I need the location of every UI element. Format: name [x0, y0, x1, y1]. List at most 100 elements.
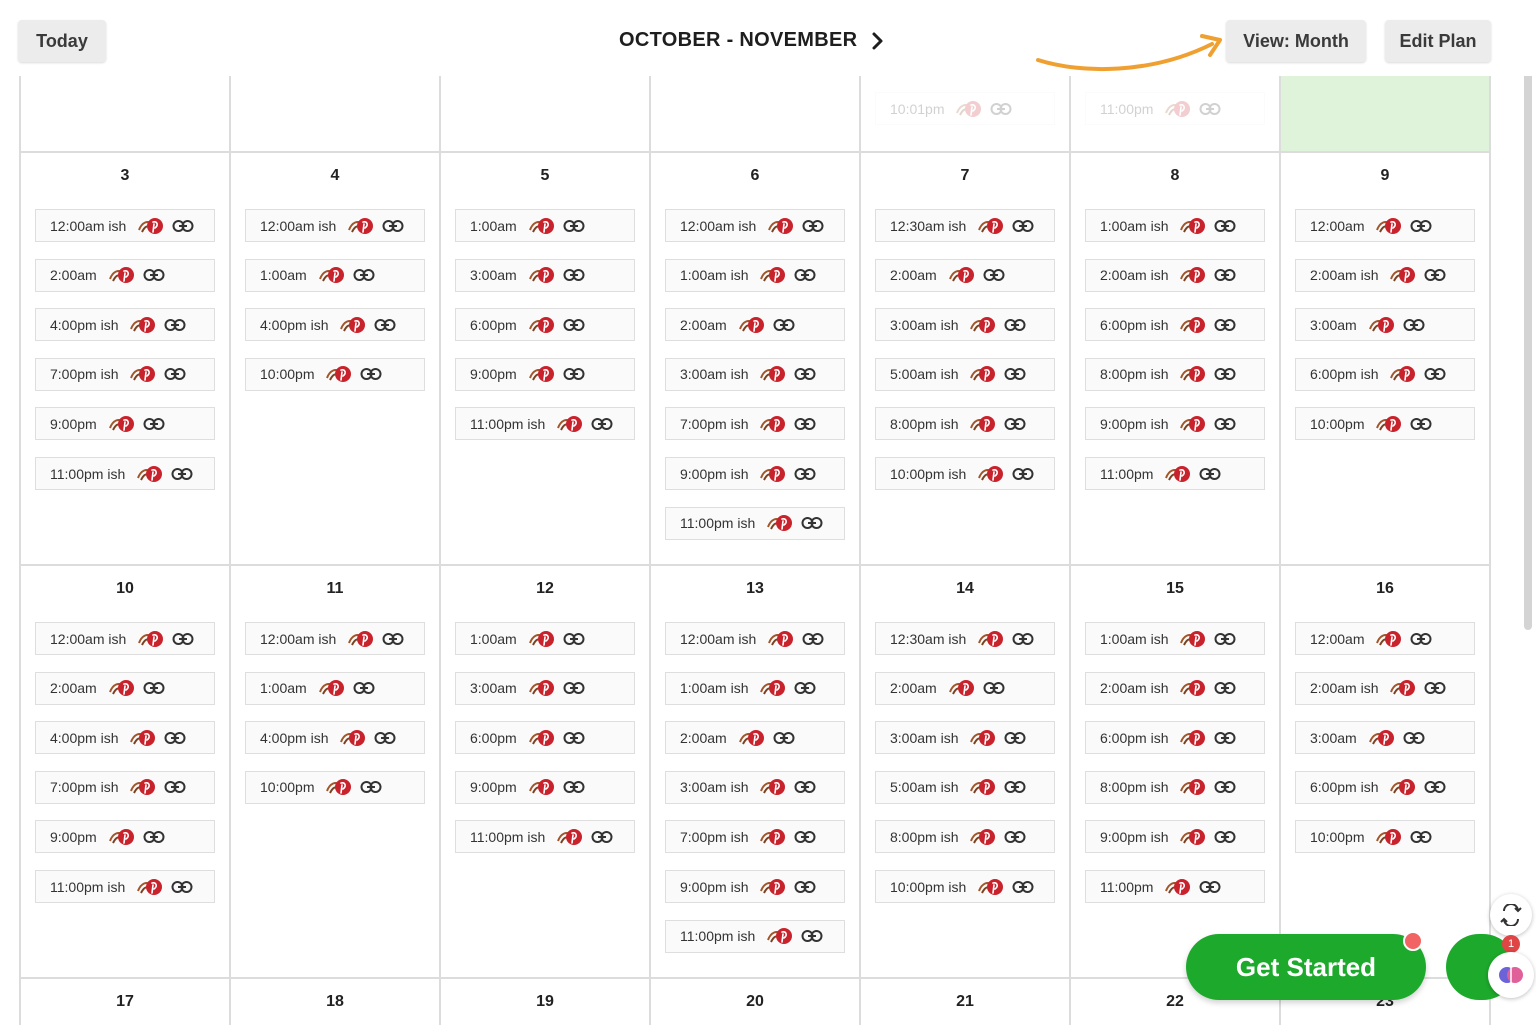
link-icon[interactable]	[164, 367, 186, 381]
pinterest-icon[interactable]	[1374, 414, 1404, 434]
time-slot[interactable]: 3:00am	[1295, 721, 1475, 755]
pinterest-icon[interactable]	[527, 728, 557, 748]
pinterest-icon[interactable]	[527, 777, 557, 797]
time-slot[interactable]: 11:00pm ish	[35, 457, 215, 490]
link-icon[interactable]	[1004, 417, 1026, 431]
link-icon[interactable]	[1214, 731, 1236, 745]
time-slot[interactable]: 7:00pm ish	[35, 770, 215, 804]
pinterest-icon[interactable]	[136, 629, 166, 649]
pinterest-icon[interactable]	[1163, 99, 1193, 119]
pinterest-icon[interactable]	[1178, 629, 1208, 649]
link-icon[interactable]	[802, 219, 824, 233]
pinterest-icon[interactable]	[338, 315, 368, 335]
day-cell[interactable]: 19	[439, 979, 649, 1025]
pinterest-icon[interactable]	[976, 629, 1006, 649]
today-button[interactable]: Today	[18, 20, 106, 62]
pinterest-icon[interactable]	[317, 265, 347, 285]
link-icon[interactable]	[1199, 467, 1221, 481]
link-icon[interactable]	[1214, 318, 1236, 332]
link-icon[interactable]	[773, 318, 795, 332]
day-cell[interactable]	[649, 76, 859, 151]
time-slot[interactable]: 3:00am	[455, 671, 635, 705]
time-slot[interactable]: 8:00pm ish	[1085, 770, 1265, 804]
time-slot[interactable]: 12:00am	[1295, 209, 1475, 242]
pinterest-icon[interactable]	[968, 364, 998, 384]
pinterest-icon[interactable]	[555, 414, 585, 434]
link-icon[interactable]	[1004, 780, 1026, 794]
pinterest-icon[interactable]	[135, 877, 165, 897]
time-slot[interactable]: 1:00am	[245, 258, 425, 292]
chevron-right-icon[interactable]	[869, 30, 887, 52]
pinterest-icon[interactable]	[128, 777, 158, 797]
time-slot[interactable]: 10:00pm ish	[875, 457, 1055, 490]
day-cell[interactable]: 4 12:00am ish 1:00am 4:00pm ish 10:00pm	[229, 153, 439, 564]
pinterest-icon[interactable]	[947, 678, 977, 698]
link-icon[interactable]	[143, 830, 165, 844]
link-icon[interactable]	[1214, 367, 1236, 381]
day-cell[interactable]: 12 1:00am 3:00am 6:00pm 9:00pm 11:00pm ish	[439, 566, 649, 977]
pinterest-icon[interactable]	[555, 827, 585, 847]
pinterest-icon[interactable]	[107, 414, 137, 434]
day-cell[interactable]: 5 1:00am 3:00am 6:00pm 9:00pm 11:00pm ish	[439, 153, 649, 564]
link-icon[interactable]	[563, 780, 585, 794]
pinterest-icon[interactable]	[107, 265, 137, 285]
link-icon[interactable]	[591, 830, 613, 844]
scrollbar[interactable]	[1524, 40, 1532, 630]
time-slot[interactable]: 2:00am	[665, 308, 845, 342]
time-slot[interactable]: 8:00pm ish	[875, 407, 1055, 441]
time-slot[interactable]: 6:00pm ish	[1085, 721, 1265, 755]
link-icon[interactable]	[1012, 467, 1034, 481]
time-slot[interactable]: 4:00pm ish	[245, 721, 425, 755]
link-icon[interactable]	[1424, 780, 1446, 794]
time-slot[interactable]: 4:00pm ish	[35, 721, 215, 755]
link-icon[interactable]	[801, 929, 823, 943]
view-month-button[interactable]: View: Month	[1226, 20, 1366, 62]
pinterest-icon[interactable]	[1178, 265, 1208, 285]
time-slot[interactable]: 2:00am ish	[1085, 258, 1265, 292]
link-icon[interactable]	[563, 681, 585, 695]
pinterest-icon[interactable]	[324, 364, 354, 384]
pinterest-icon[interactable]	[976, 877, 1006, 897]
time-slot[interactable]: 6:00pm	[455, 308, 635, 342]
day-cell[interactable]: 21	[859, 979, 1069, 1025]
pinterest-icon[interactable]	[1178, 364, 1208, 384]
link-icon[interactable]	[794, 780, 816, 794]
pinterest-icon[interactable]	[1388, 364, 1418, 384]
time-slot[interactable]: 1:00am ish	[665, 258, 845, 292]
link-icon[interactable]	[1403, 731, 1425, 745]
link-icon[interactable]	[773, 731, 795, 745]
time-slot[interactable]: 5:00am ish	[875, 357, 1055, 391]
day-cell[interactable]: 11 12:00am ish 1:00am 4:00pm ish 10:00pm	[229, 566, 439, 977]
day-cell[interactable]: 17	[19, 979, 229, 1025]
time-slot[interactable]: 7:00pm ish	[35, 357, 215, 391]
link-icon[interactable]	[1410, 417, 1432, 431]
link-icon[interactable]	[1214, 219, 1236, 233]
time-slot[interactable]: 9:00pm	[455, 770, 635, 804]
time-slot[interactable]: 9:00pm	[455, 357, 635, 391]
link-icon[interactable]	[1004, 830, 1026, 844]
pinterest-icon[interactable]	[1163, 464, 1193, 484]
link-icon[interactable]	[1424, 268, 1446, 282]
time-slot[interactable]: 3:00am ish	[875, 721, 1055, 755]
day-cell[interactable]: 16 12:00am 2:00am ish 3:00am 6:00pm ish 10:00…	[1279, 566, 1491, 977]
pinterest-icon[interactable]	[128, 728, 158, 748]
pinterest-icon[interactable]	[338, 728, 368, 748]
time-slot[interactable]: 12:00am ish	[665, 622, 845, 655]
pinterest-icon[interactable]	[527, 315, 557, 335]
link-icon[interactable]	[563, 632, 585, 646]
pinterest-icon[interactable]	[1178, 827, 1208, 847]
time-slot[interactable]: 10:00pm	[245, 770, 425, 804]
pinterest-icon[interactable]	[107, 827, 137, 847]
link-icon[interactable]	[374, 318, 396, 332]
time-slot[interactable]: 10:01pm	[875, 92, 1055, 125]
day-cell[interactable]: 3 12:00am ish 2:00am 4:00pm ish 7:00pm ish 9:…	[19, 153, 229, 564]
time-slot[interactable]: 2:00am ish	[1085, 671, 1265, 705]
pinterest-icon[interactable]	[527, 364, 557, 384]
pinterest-icon[interactable]	[737, 728, 767, 748]
pinterest-icon[interactable]	[765, 926, 795, 946]
edit-plan-button[interactable]: Edit Plan	[1385, 20, 1491, 62]
time-slot[interactable]: 2:00am	[875, 671, 1055, 705]
time-slot[interactable]: 11:00pm ish	[665, 506, 845, 540]
link-icon[interactable]	[1214, 632, 1236, 646]
pinterest-icon[interactable]	[968, 728, 998, 748]
